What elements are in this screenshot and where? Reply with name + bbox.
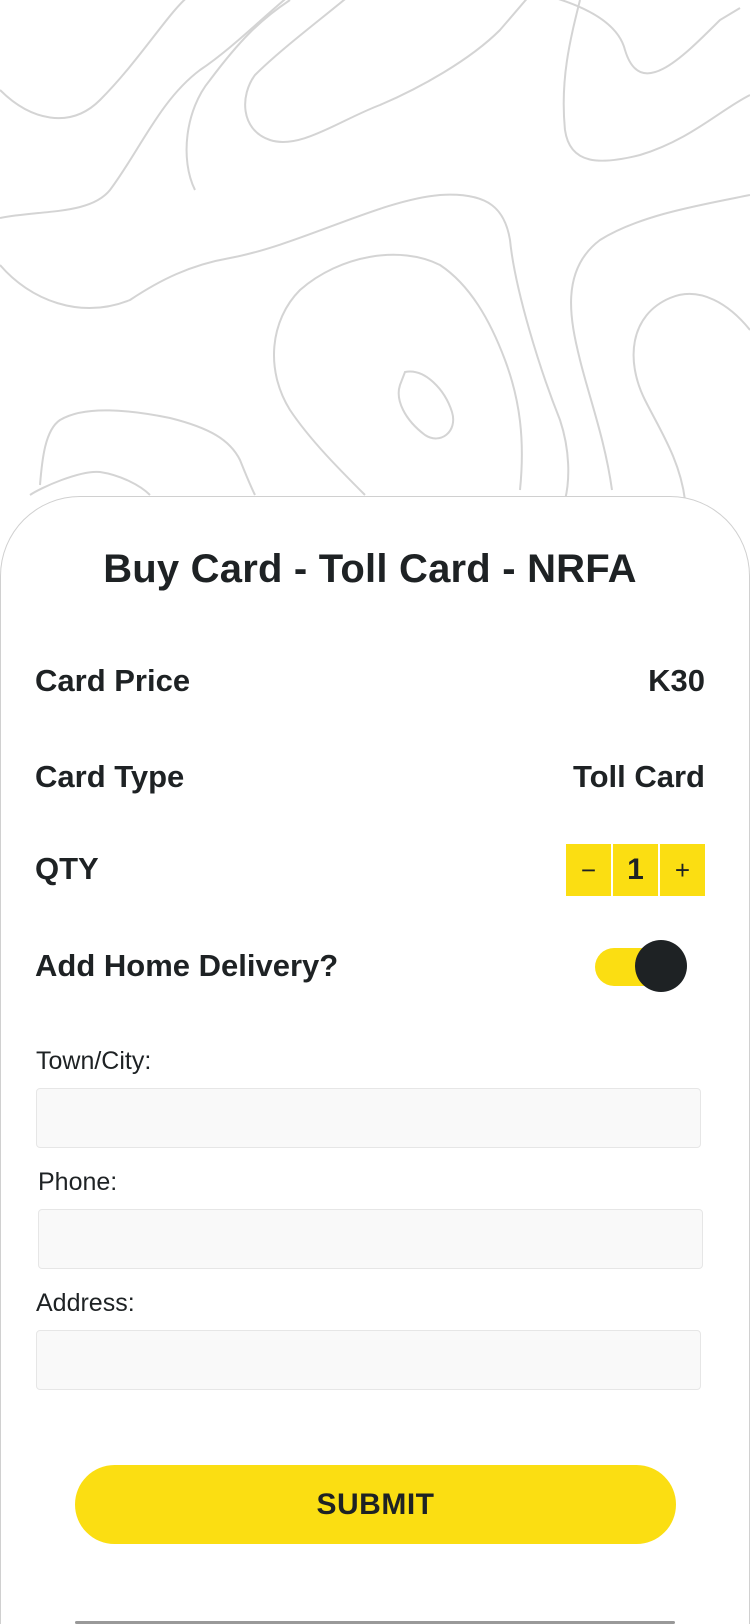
home-delivery-toggle[interactable] bbox=[595, 940, 687, 992]
card-type-label: Card Type bbox=[35, 759, 185, 794]
town-city-label: Town/City: bbox=[36, 1047, 152, 1075]
phone-label: Phone: bbox=[38, 1168, 118, 1196]
home-delivery-row: Add Home Delivery? bbox=[35, 936, 705, 996]
quantity-stepper: − 1 + bbox=[566, 844, 705, 896]
toggle-thumb bbox=[635, 940, 687, 992]
card-type-row: Card Type Toll Card bbox=[35, 747, 705, 807]
address-label: Address: bbox=[36, 1289, 135, 1317]
quantity-label: QTY bbox=[35, 851, 99, 886]
card-price-row: Card Price K30 bbox=[35, 651, 705, 711]
submit-button[interactable]: SUBMIT bbox=[75, 1465, 676, 1544]
phone-input[interactable] bbox=[38, 1209, 703, 1269]
card-price-label: Card Price bbox=[35, 663, 191, 698]
screen: Buy Card - Toll Card - NRFA Card Price K… bbox=[0, 0, 750, 1624]
page-title: Buy Card - Toll Card - NRFA bbox=[103, 547, 637, 591]
topographic-background bbox=[0, 0, 750, 501]
town-city-input[interactable] bbox=[36, 1088, 701, 1148]
quantity-value: 1 bbox=[613, 844, 658, 896]
quantity-row: QTY − 1 + bbox=[35, 839, 705, 899]
card-price-value: K30 bbox=[648, 663, 705, 698]
home-delivery-label: Add Home Delivery? bbox=[35, 948, 339, 983]
decrement-button[interactable]: − bbox=[566, 844, 611, 896]
address-input[interactable] bbox=[36, 1330, 701, 1390]
card-type-value: Toll Card bbox=[572, 759, 705, 794]
increment-button[interactable]: + bbox=[660, 844, 705, 896]
